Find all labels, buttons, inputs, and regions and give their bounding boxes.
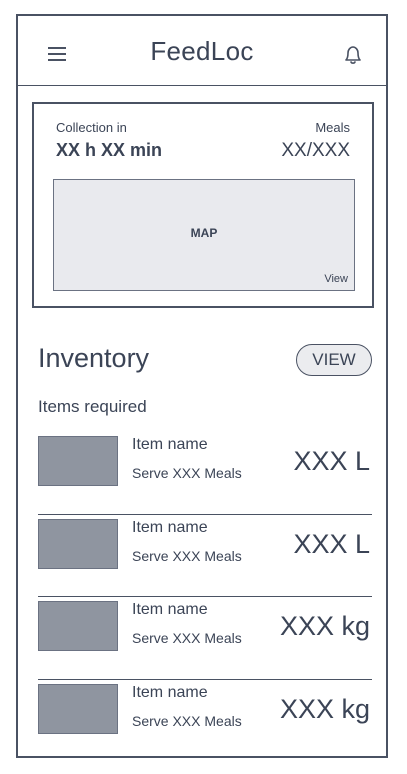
item-thumbnail: [38, 601, 118, 651]
meals-label: Meals: [315, 120, 350, 135]
inventory-view-button[interactable]: VIEW: [296, 344, 372, 376]
top-bar: FeedLoc: [18, 16, 386, 86]
map-label: MAP: [190, 226, 218, 240]
map-preview[interactable]: MAP View: [53, 179, 355, 291]
list-item[interactable]: Item name Serve XXX Meals XXX L: [38, 515, 372, 597]
item-serve-meals: Serve XXX Meals: [132, 547, 242, 564]
list-item[interactable]: Item name Serve XXX Meals XXX L: [38, 432, 372, 515]
item-quantity: XXX kg: [279, 611, 370, 641]
item-serve-meals: Serve XXX Meals: [132, 712, 242, 729]
item-thumbnail: [38, 436, 118, 486]
inventory-title: Inventory: [38, 343, 150, 373]
map-view-link[interactable]: View: [324, 273, 348, 285]
item-thumbnail: [38, 518, 118, 569]
meals-value: XX/XXX: [281, 140, 350, 161]
list-item[interactable]: Item name Serve XXX Meals XXX kg: [38, 680, 372, 757]
items-required-label: Items required: [38, 397, 147, 416]
collection-label: Collection in: [56, 120, 127, 135]
item-quantity: XXX L: [293, 446, 370, 476]
item-serve-meals: Serve XXX Meals: [132, 630, 242, 646]
list-item[interactable]: Item name Serve XXX Meals XXX kg: [38, 597, 372, 680]
item-name: Item name: [132, 601, 208, 618]
collection-time: XX h XX min: [56, 140, 163, 160]
item-name: Item name: [132, 683, 208, 701]
item-thumbnail: [38, 683, 118, 734]
item-name: Item name: [132, 436, 208, 453]
item-serve-meals: Serve XXX Meals: [132, 465, 242, 481]
inventory-item-list: Item name Serve XXX Meals XXX L Item nam…: [38, 432, 372, 757]
item-name: Item name: [132, 518, 208, 536]
item-quantity: XXX kg: [279, 693, 370, 724]
app-title: FeedLoc: [150, 36, 254, 66]
item-quantity: XXX L: [293, 528, 370, 559]
collection-card: Collection in XX h XX min Meals XX/XXX M…: [32, 102, 374, 308]
bell-icon[interactable]: [342, 44, 364, 66]
app-frame: FeedLoc Collection in XX h XX min Meals …: [16, 14, 388, 758]
